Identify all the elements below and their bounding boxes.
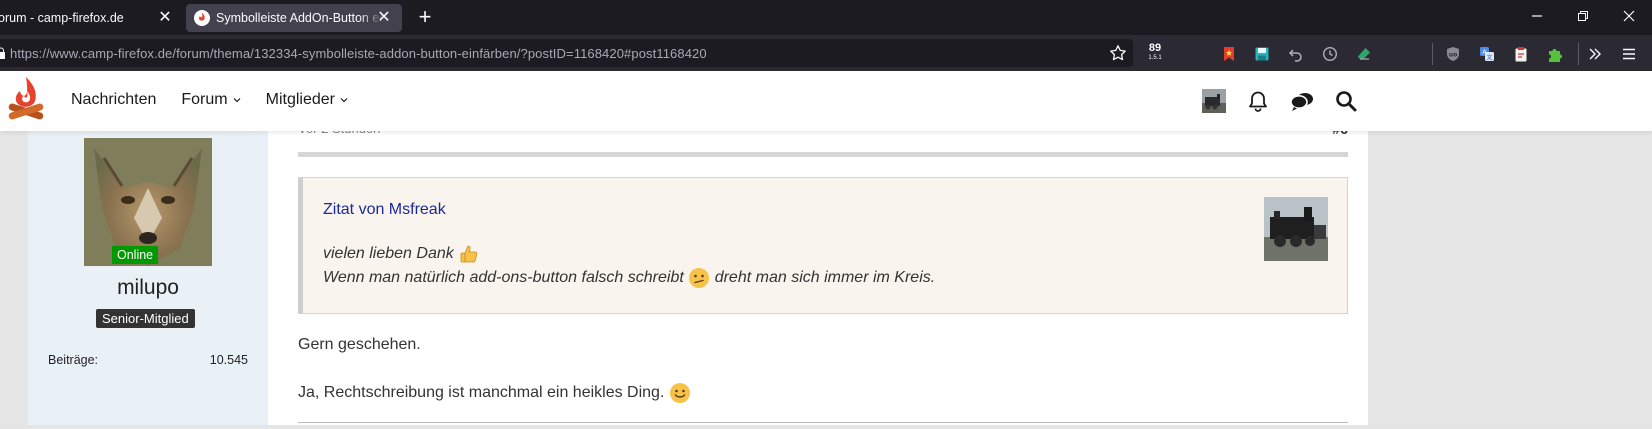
chevron-down-icon	[233, 98, 241, 103]
overflow-chevron-icon[interactable]	[1586, 45, 1604, 63]
history-clock-icon[interactable]	[1321, 45, 1339, 63]
post-header-divider	[298, 152, 1348, 157]
extension-badge-89[interactable]: 89 1.5.1	[1145, 43, 1165, 63]
toolbar-separator	[1578, 43, 1579, 65]
url-path: /forum/thema/132334-symbolleiste-addon-b…	[172, 46, 707, 61]
tab-title: Symbolleiste AddOn-Button einfärben	[216, 11, 384, 25]
quote-author-link[interactable]: Zitat von Msfreak	[323, 201, 446, 219]
tab-title: orum - camp-firefox.de	[0, 11, 124, 25]
nav-label: Mitglieder	[265, 91, 335, 108]
nav-item-nachrichten[interactable]: Nachrichten	[71, 91, 156, 109]
quote-line-2b: dreht man sich immer im Kreis.	[714, 269, 936, 286]
user-avatar-icon[interactable]	[1202, 89, 1226, 113]
eraser-icon[interactable]	[1355, 45, 1373, 63]
bookmark-red-icon[interactable]	[1220, 45, 1238, 63]
post-body: Gern geschehen. Ja, Rechtschreibung ist …	[298, 333, 691, 429]
search-icon[interactable]	[1334, 89, 1358, 113]
svg-text:文: 文	[1486, 54, 1492, 62]
close-window-icon[interactable]	[1620, 8, 1638, 26]
new-tab-plus-icon[interactable]: +	[414, 6, 436, 29]
tab-active-thread[interactable]: Symbolleiste AddOn-Button einfärben ✕	[186, 4, 402, 32]
close-tab-icon[interactable]: ✕	[376, 10, 392, 26]
nav-item-mitglieder[interactable]: Mitglieder	[266, 91, 348, 109]
main-navigation: Nachrichten Forum Mitglieder	[71, 91, 373, 109]
online-badge: Online	[112, 246, 159, 264]
camp-firefox-favicon	[194, 10, 210, 26]
close-tab-icon[interactable]: ✕	[157, 10, 173, 26]
extensions-puzzle-icon[interactable]	[1546, 45, 1564, 63]
url-text: https://www.camp-firefox.de/forum/thema/…	[10, 46, 707, 61]
bookmark-star-icon[interactable]	[1109, 44, 1127, 62]
url-host: https://www.camp-firefox.de	[10, 46, 173, 61]
ublock-shield-icon[interactable]: uo	[1444, 45, 1462, 63]
page-background: Online milupo Senior-Mitglied Beiträge: …	[0, 121, 1652, 425]
post-paragraph: Ja, Rechtschreibung ist manchmal ein hei…	[298, 384, 665, 401]
undo-icon[interactable]	[1287, 45, 1305, 63]
nav-label: Nachrichten	[71, 91, 157, 108]
user-sidebar: Online milupo Senior-Mitglied Beiträge: …	[28, 131, 268, 425]
posts-stat-label: Beiträge:	[48, 353, 99, 367]
badge-sub: 1.5.1	[1148, 55, 1162, 61]
translate-icon[interactable]: A文	[1478, 45, 1496, 63]
lock-icon	[0, 47, 5, 59]
badge-count: 89	[1148, 42, 1162, 54]
nav-item-forum[interactable]: Forum	[181, 91, 241, 109]
tab-forum[interactable]: orum - camp-firefox.de ✕	[0, 4, 183, 32]
minimize-icon[interactable]	[1528, 8, 1546, 26]
conversations-chat-icon[interactable]	[1290, 89, 1314, 113]
camp-firefox-logo[interactable]	[6, 75, 46, 125]
user-rank-badge: Senior-Mitglied	[96, 309, 195, 328]
url-bar[interactable]: https://www.camp-firefox.de/forum/thema/…	[0, 39, 1133, 67]
browser-toolbar: https://www.camp-firefox.de/forum/thema/…	[0, 35, 1652, 71]
chevron-down-icon	[340, 98, 348, 103]
post-content: Vor 2 Stunden #6 Zitat von Msfreak viele…	[298, 121, 1348, 425]
quote-box: Zitat von Msfreak vielen lieben Dank Wen…	[298, 177, 1348, 314]
quote-body: vielen lieben Dank Wenn man natürlich ad…	[323, 242, 935, 290]
thumbs-up-icon	[460, 245, 478, 263]
site-header: Nachrichten Forum Mitglieder	[0, 71, 1652, 131]
notifications-bell-icon[interactable]	[1246, 89, 1270, 113]
quote-line-1: vielen lieben Dank	[323, 245, 454, 262]
post-footer-divider	[298, 422, 1348, 423]
confused-face-icon	[689, 267, 710, 288]
save-disk-icon[interactable]	[1253, 45, 1271, 63]
hamburger-menu-icon[interactable]	[1620, 45, 1638, 63]
quote-line-2a: Wenn man natürlich add-ons-button falsch…	[323, 269, 684, 286]
post-paragraph: Gern geschehen.	[298, 336, 421, 353]
browser-tab-bar: orum - camp-firefox.de ✕ Symbolleiste Ad…	[0, 0, 1652, 35]
toolbar-separator	[1432, 43, 1433, 65]
smiley-face-icon	[669, 382, 690, 403]
clipboard-icon[interactable]	[1512, 45, 1530, 63]
restore-icon[interactable]	[1574, 8, 1592, 26]
svg-text:uo: uo	[1449, 52, 1457, 59]
post-container: Online milupo Senior-Mitglied Beiträge: …	[28, 121, 1368, 425]
username[interactable]: milupo	[28, 276, 268, 300]
quote-author-avatar[interactable]	[1264, 197, 1328, 261]
nav-label: Forum	[181, 91, 228, 108]
posts-stat-value[interactable]: 10.545	[208, 353, 248, 367]
